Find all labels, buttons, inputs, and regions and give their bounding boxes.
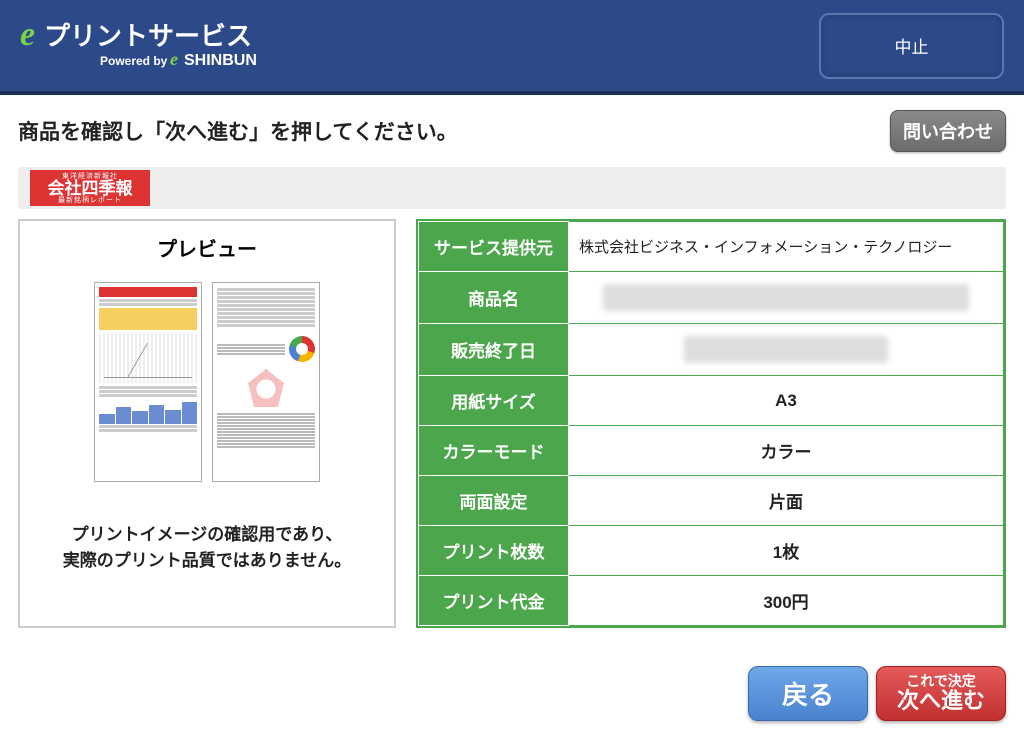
back-button[interactable]: 戻る	[748, 666, 868, 721]
inquiry-button[interactable]: 問い合わせ	[890, 110, 1006, 152]
detail-value: XXXXXXXXX XXXXXXXX XXXXX XXXXXXXXX	[569, 272, 1004, 324]
detail-label: プリント代金	[419, 576, 569, 626]
detail-value: 300円	[569, 576, 1004, 626]
svg-text:e: e	[170, 49, 178, 69]
svg-text:Powered by: Powered by	[100, 54, 168, 68]
detail-value: カラー	[569, 426, 1004, 476]
detail-value: 片面	[569, 476, 1004, 526]
instruction-text: 商品を確認し「次へ進む」を押してください。	[18, 116, 458, 146]
detail-table: サービス提供元株式会社ビジネス・インフォメーション・テクノロジー商品名XXXXX…	[416, 219, 1006, 628]
footer-buttons: 戻る これで決定 次へ進む	[748, 666, 1006, 721]
preview-note-line2: 実際のプリント品質ではありません。	[30, 548, 384, 574]
svg-text:e: e	[20, 16, 35, 53]
content-area: プレビュー	[18, 219, 1006, 628]
instruction-bar: 商品を確認し「次へ進む」を押してください。 問い合わせ	[0, 95, 1024, 167]
detail-label: 両面設定	[419, 476, 569, 526]
detail-label: 商品名	[419, 272, 569, 324]
preview-panel: プレビュー	[18, 219, 396, 628]
next-button-line2: 次へ進む	[897, 689, 985, 713]
next-button-line1: これで決定	[906, 674, 976, 689]
header-bar: e プリントサービス Powered by e SHINBUN 中止	[0, 0, 1024, 95]
preview-page-1	[94, 282, 202, 482]
brand-bar: 東洋経済新報社 会社四季報 最新銘柄レポート	[18, 167, 1006, 209]
badge-main: 会社四季報	[48, 180, 133, 197]
preview-note: プリントイメージの確認用であり、 実際のプリント品質ではありません。	[30, 522, 384, 573]
cancel-button[interactable]: 中止	[819, 13, 1004, 79]
preview-page-2	[212, 282, 320, 482]
preview-note-line1: プリントイメージの確認用であり、	[30, 522, 384, 548]
detail-value: 1枚	[569, 526, 1004, 576]
detail-label: 用紙サイズ	[419, 376, 569, 426]
svg-text:SHINBUN: SHINBUN	[184, 52, 257, 69]
detail-label: プリント枚数	[419, 526, 569, 576]
service-logo: e プリントサービス Powered by e SHINBUN	[20, 15, 280, 77]
shikiho-badge: 東洋経済新報社 会社四季報 最新銘柄レポート	[30, 170, 150, 206]
detail-value: XXXXXXXXXXXXXXXXXX	[569, 324, 1004, 376]
detail-value: 株式会社ビジネス・インフォメーション・テクノロジー	[569, 222, 1004, 272]
detail-label: サービス提供元	[419, 222, 569, 272]
preview-title: プレビュー	[30, 233, 384, 262]
preview-pages	[30, 282, 384, 482]
detail-value: A3	[569, 376, 1004, 426]
detail-label: 販売終了日	[419, 324, 569, 376]
badge-bottom: 最新銘柄レポート	[58, 197, 122, 204]
detail-label: カラーモード	[419, 426, 569, 476]
next-button[interactable]: これで決定 次へ進む	[876, 666, 1006, 721]
svg-text:プリントサービス: プリントサービス	[44, 21, 252, 51]
